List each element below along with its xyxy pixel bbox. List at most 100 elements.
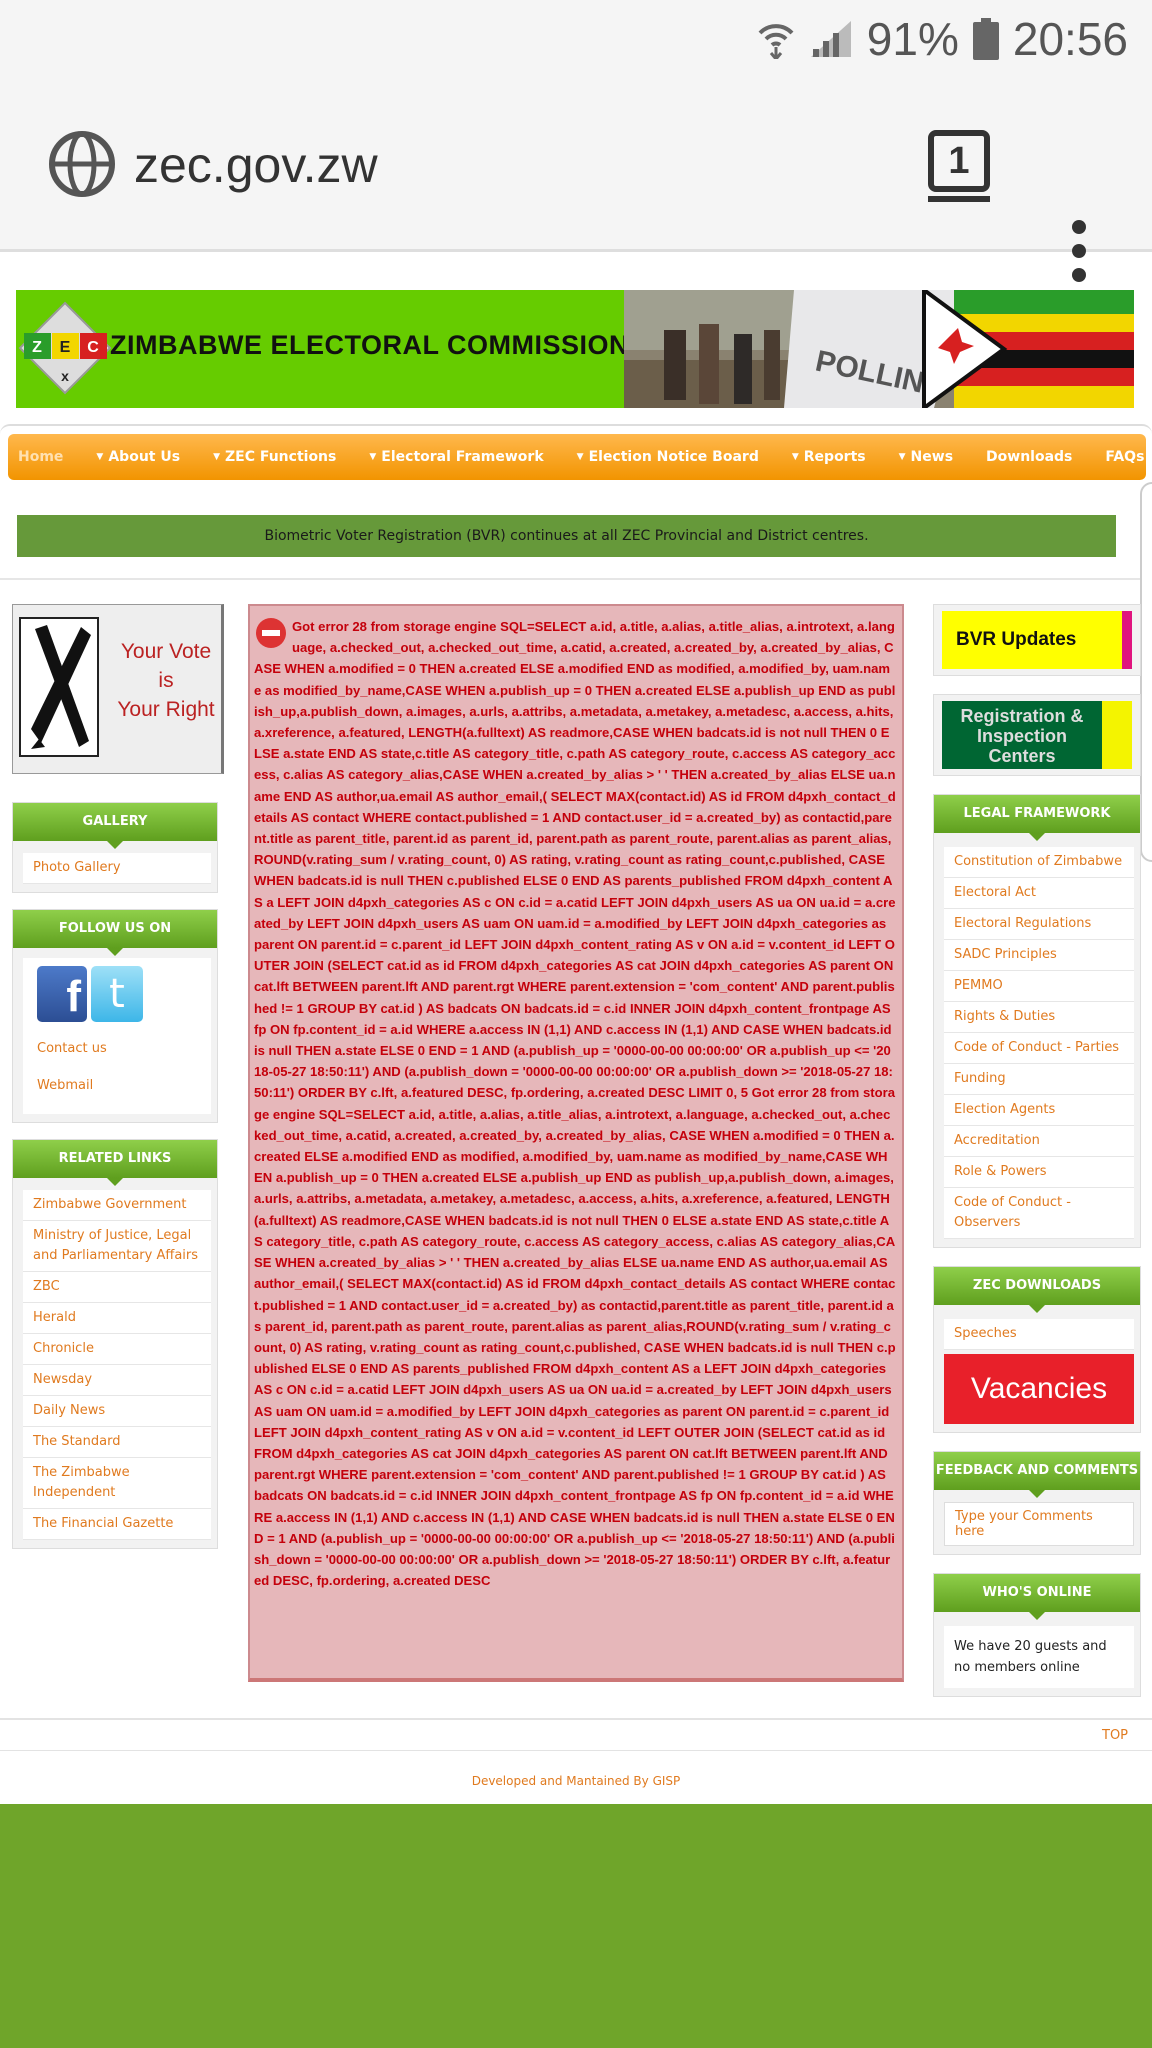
downloads-module: ZEC DOWNLOADS Speeches Vacancies (933, 1266, 1141, 1433)
signal-icon (809, 19, 853, 59)
nav-item-label: Downloads (986, 449, 1073, 465)
caret-down-icon: ▼ (576, 452, 584, 462)
whos-online-text: We have 20 guests and no members online (944, 1626, 1134, 1688)
banner-photo: POLLING STA (624, 290, 1134, 408)
follow-heading: FOLLOW US ON (13, 910, 217, 956)
main-nav: Home ▼ About Us ▼ ZEC Functions ▼ Electoral Fr… (8, 434, 1146, 480)
ballot-x-mark (31, 625, 91, 749)
related-link[interactable]: The Zimbabwe Independent (23, 1458, 211, 1509)
nav-item-label: News (910, 449, 954, 465)
nav-item-label: About Us (108, 449, 181, 465)
legal-framework-link[interactable]: Code of Conduct - Observers (944, 1188, 1134, 1239)
legal-framework-link[interactable]: PEMMO (944, 971, 1134, 1002)
legal-framework-link[interactable]: Electoral Regulations (944, 909, 1134, 940)
legal-framework-link[interactable]: Constitution of Zimbabwe (944, 847, 1134, 878)
nav-item-reports[interactable]: ▼ Reports (792, 449, 866, 465)
vacancies-button[interactable]: Vacancies (944, 1354, 1134, 1424)
nav-item-election-notice-board[interactable]: ▼ Election Notice Board (577, 449, 759, 465)
feedback-heading: FEEDBACK AND COMMENTS (934, 1452, 1140, 1498)
registration-centers-button[interactable]: Registration & Inspection Centers (942, 701, 1132, 769)
logo-letter-z: Z (32, 339, 42, 356)
facebook-icon[interactable]: f (37, 966, 87, 1022)
logo-letter-c: C (87, 339, 99, 356)
nav-item-downloads[interactable]: Downloads (986, 449, 1072, 465)
related-link[interactable]: The Standard (23, 1427, 211, 1458)
twitter-icon[interactable]: t (91, 966, 143, 1022)
caret-down-icon: ▼ (213, 452, 220, 462)
related-links-module: RELATED LINKS Zimbabwe Government Ministr… (12, 1139, 218, 1549)
legal-framework-heading: LEGAL FRAMEWORK (934, 795, 1140, 841)
vote-line-3: Your Right (117, 698, 215, 721)
site-banner[interactable]: Z E C x ZIMBABWE ELECTORAL COMMISSION PO… (16, 290, 1134, 408)
footer-credit: Developed and Mantained By GISP (471, 1774, 681, 1788)
footer-band (0, 1804, 1152, 2048)
nav-item-about-us[interactable]: ▼ About Us (96, 449, 180, 465)
legal-framework-link[interactable]: Rights & Duties (944, 1002, 1134, 1033)
legal-framework-link[interactable]: Electoral Act (944, 878, 1134, 909)
gallery-module: GALLERY Photo Gallery (12, 802, 218, 893)
battery-icon (972, 18, 999, 60)
nav-item-label: Home (18, 449, 64, 465)
vote-line-1: Your Vote (120, 640, 212, 663)
back-to-top-link[interactable]: TOP (1102, 1728, 1128, 1743)
photo-gallery-link[interactable]: Photo Gallery (23, 853, 211, 884)
legal-framework-link[interactable]: Funding (944, 1064, 1134, 1095)
nav-item-news[interactable]: ▼ News (899, 449, 953, 465)
feedback-module: FEEDBACK AND COMMENTS Type your Comments… (933, 1451, 1141, 1555)
legal-framework-module: LEGAL FRAMEWORK Constitution of Zimbabwe… (933, 794, 1141, 1248)
sql-error-message: Got error 28 from storage engine SQL=SEL… (248, 604, 904, 1682)
left-sidebar: Your Vote is Your Right GALLERY Photo Ga… (12, 604, 224, 1549)
bvr-updates-button[interactable]: BVR Updates (942, 611, 1132, 669)
battery-level: 91% (866, 13, 959, 65)
related-link[interactable]: ZBC (23, 1272, 211, 1303)
error-text: Got error 28 from storage engine SQL=SEL… (254, 619, 896, 1589)
nav-item-label: FAQs (1105, 449, 1145, 465)
whos-online-module: WHO'S ONLINE We have 20 guests and no me… (933, 1573, 1141, 1697)
whos-online-heading: WHO'S ONLINE (934, 1574, 1140, 1620)
legal-framework-link[interactable]: Election Agents (944, 1095, 1134, 1126)
legal-framework-link[interactable]: SADC Principles (944, 940, 1134, 971)
wifi-icon (757, 19, 795, 59)
caret-down-icon: ▼ (96, 452, 104, 462)
overflow-menu-icon[interactable] (1072, 220, 1086, 292)
error-icon (256, 618, 286, 648)
contact-us-link[interactable]: Contact us (37, 1034, 205, 1071)
nav-item-label: Reports (803, 449, 866, 465)
nav-item-zec-functions[interactable]: ▼ ZEC Functions (213, 449, 336, 465)
related-link[interactable]: Herald (23, 1303, 211, 1334)
related-link[interactable]: Newsday (23, 1365, 211, 1396)
clock: 20:56 (1012, 13, 1128, 65)
right-sidebar: BVR Updates Registration & Inspection Ce… (933, 604, 1141, 1715)
your-vote-banner[interactable]: Your Vote is Your Right (12, 604, 224, 774)
gallery-heading: GALLERY (13, 803, 217, 849)
nav-item-home[interactable]: Home (18, 449, 63, 465)
related-link[interactable]: Zimbabwe Government (23, 1190, 211, 1221)
vote-line-2: is (158, 669, 174, 692)
speeches-link[interactable]: Speeches (944, 1319, 1134, 1350)
svg-text:x: x (61, 368, 69, 384)
nav-item-label: ZEC Functions (224, 449, 337, 465)
related-link[interactable]: The Financial Gazette (23, 1509, 211, 1540)
caret-down-icon: ▼ (791, 452, 799, 462)
announcement-bar: Biometric Voter Registration (BVR) conti… (17, 515, 1116, 557)
nav-item-electoral-framework[interactable]: ▼ Electoral Framework (369, 449, 543, 465)
side-panel-tab[interactable] (1140, 482, 1152, 862)
legal-framework-link[interactable]: Accreditation (944, 1126, 1134, 1157)
nav-item-label: Election Notice Board (588, 449, 759, 465)
related-link[interactable]: Chronicle (23, 1334, 211, 1365)
url-field[interactable]: zec.gov.zw (134, 136, 378, 194)
browser-toolbar: zec.gov.zw 1 (0, 80, 1152, 282)
comment-input[interactable]: Type your Comments here (944, 1502, 1134, 1546)
related-link[interactable]: Daily News (23, 1396, 211, 1427)
globe-icon[interactable] (48, 130, 116, 202)
nav-item-faqs[interactable]: FAQs (1105, 449, 1144, 465)
banner-title: ZIMBABWE ELECTORAL COMMISSION (110, 330, 629, 360)
caret-down-icon: ▼ (898, 452, 906, 462)
tab-switcher-button[interactable]: 1 (928, 130, 990, 202)
related-link[interactable]: Ministry of Justice, Legal and Parliamen… (23, 1221, 211, 1272)
legal-framework-link[interactable]: Role & Powers (944, 1157, 1134, 1188)
webmail-link[interactable]: Webmail (37, 1071, 205, 1108)
registration-line-1: Registration & (960, 706, 1084, 726)
related-links-heading: RELATED LINKS (13, 1140, 217, 1186)
legal-framework-link[interactable]: Code of Conduct - Parties (944, 1033, 1134, 1064)
